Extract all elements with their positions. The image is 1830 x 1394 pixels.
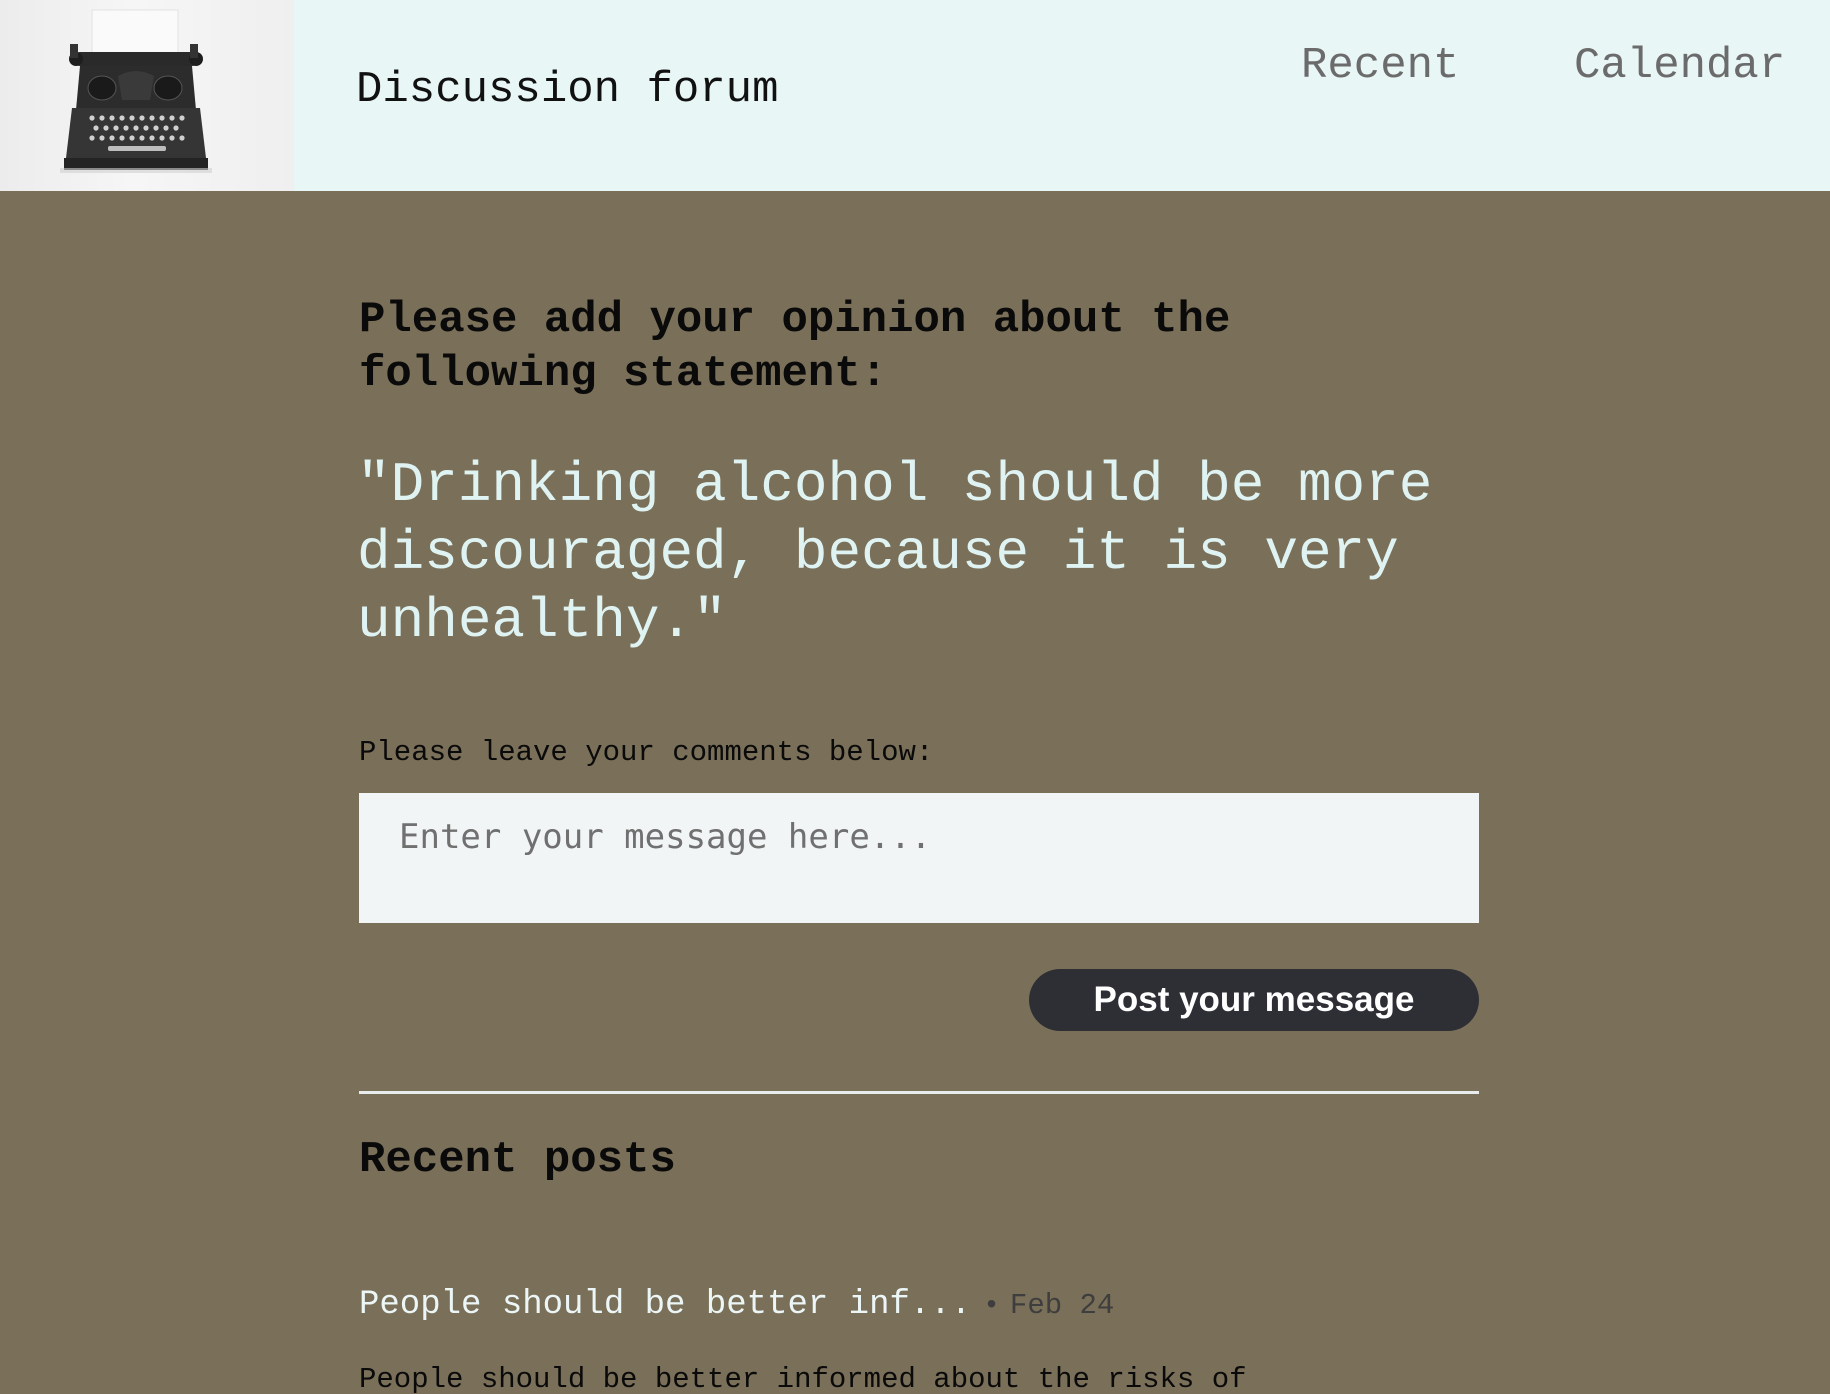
main-content: Please add your opinion about the follow… xyxy=(357,191,1479,1394)
post-meta: People should be better inf... • Feb 24 xyxy=(359,1285,1114,1329)
nav-link-calendar[interactable]: Calendar xyxy=(1574,40,1785,92)
post-excerpt: People should be better informed about t… xyxy=(359,1363,1247,1394)
prompt-heading: Please add your opinion about the follow… xyxy=(359,295,1231,399)
top-nav: Recent Calendar xyxy=(0,40,1830,92)
nav-link-recent[interactable]: Recent xyxy=(1301,40,1459,92)
recent-posts-heading: Recent posts xyxy=(359,1135,676,1185)
message-input[interactable] xyxy=(359,793,1479,923)
post-message-button[interactable]: Post your message xyxy=(1029,969,1479,1031)
post-date: Feb 24 xyxy=(1009,1289,1115,1322)
section-divider xyxy=(359,1091,1479,1094)
post-title-link[interactable]: People should be better inf... xyxy=(359,1286,971,1324)
typewriter-logo-icon[interactable] xyxy=(0,0,294,191)
recent-post-item: People should be better inf... • Feb 24 Pe… xyxy=(359,1285,1479,1394)
post-separator: • xyxy=(983,1291,1000,1322)
statement-quote: "Drinking alcohol should be more discour… xyxy=(357,453,1433,653)
comments-label: Please leave your comments below: xyxy=(359,736,934,769)
site-header: Discussion forum Recent Calendar xyxy=(0,0,1830,191)
